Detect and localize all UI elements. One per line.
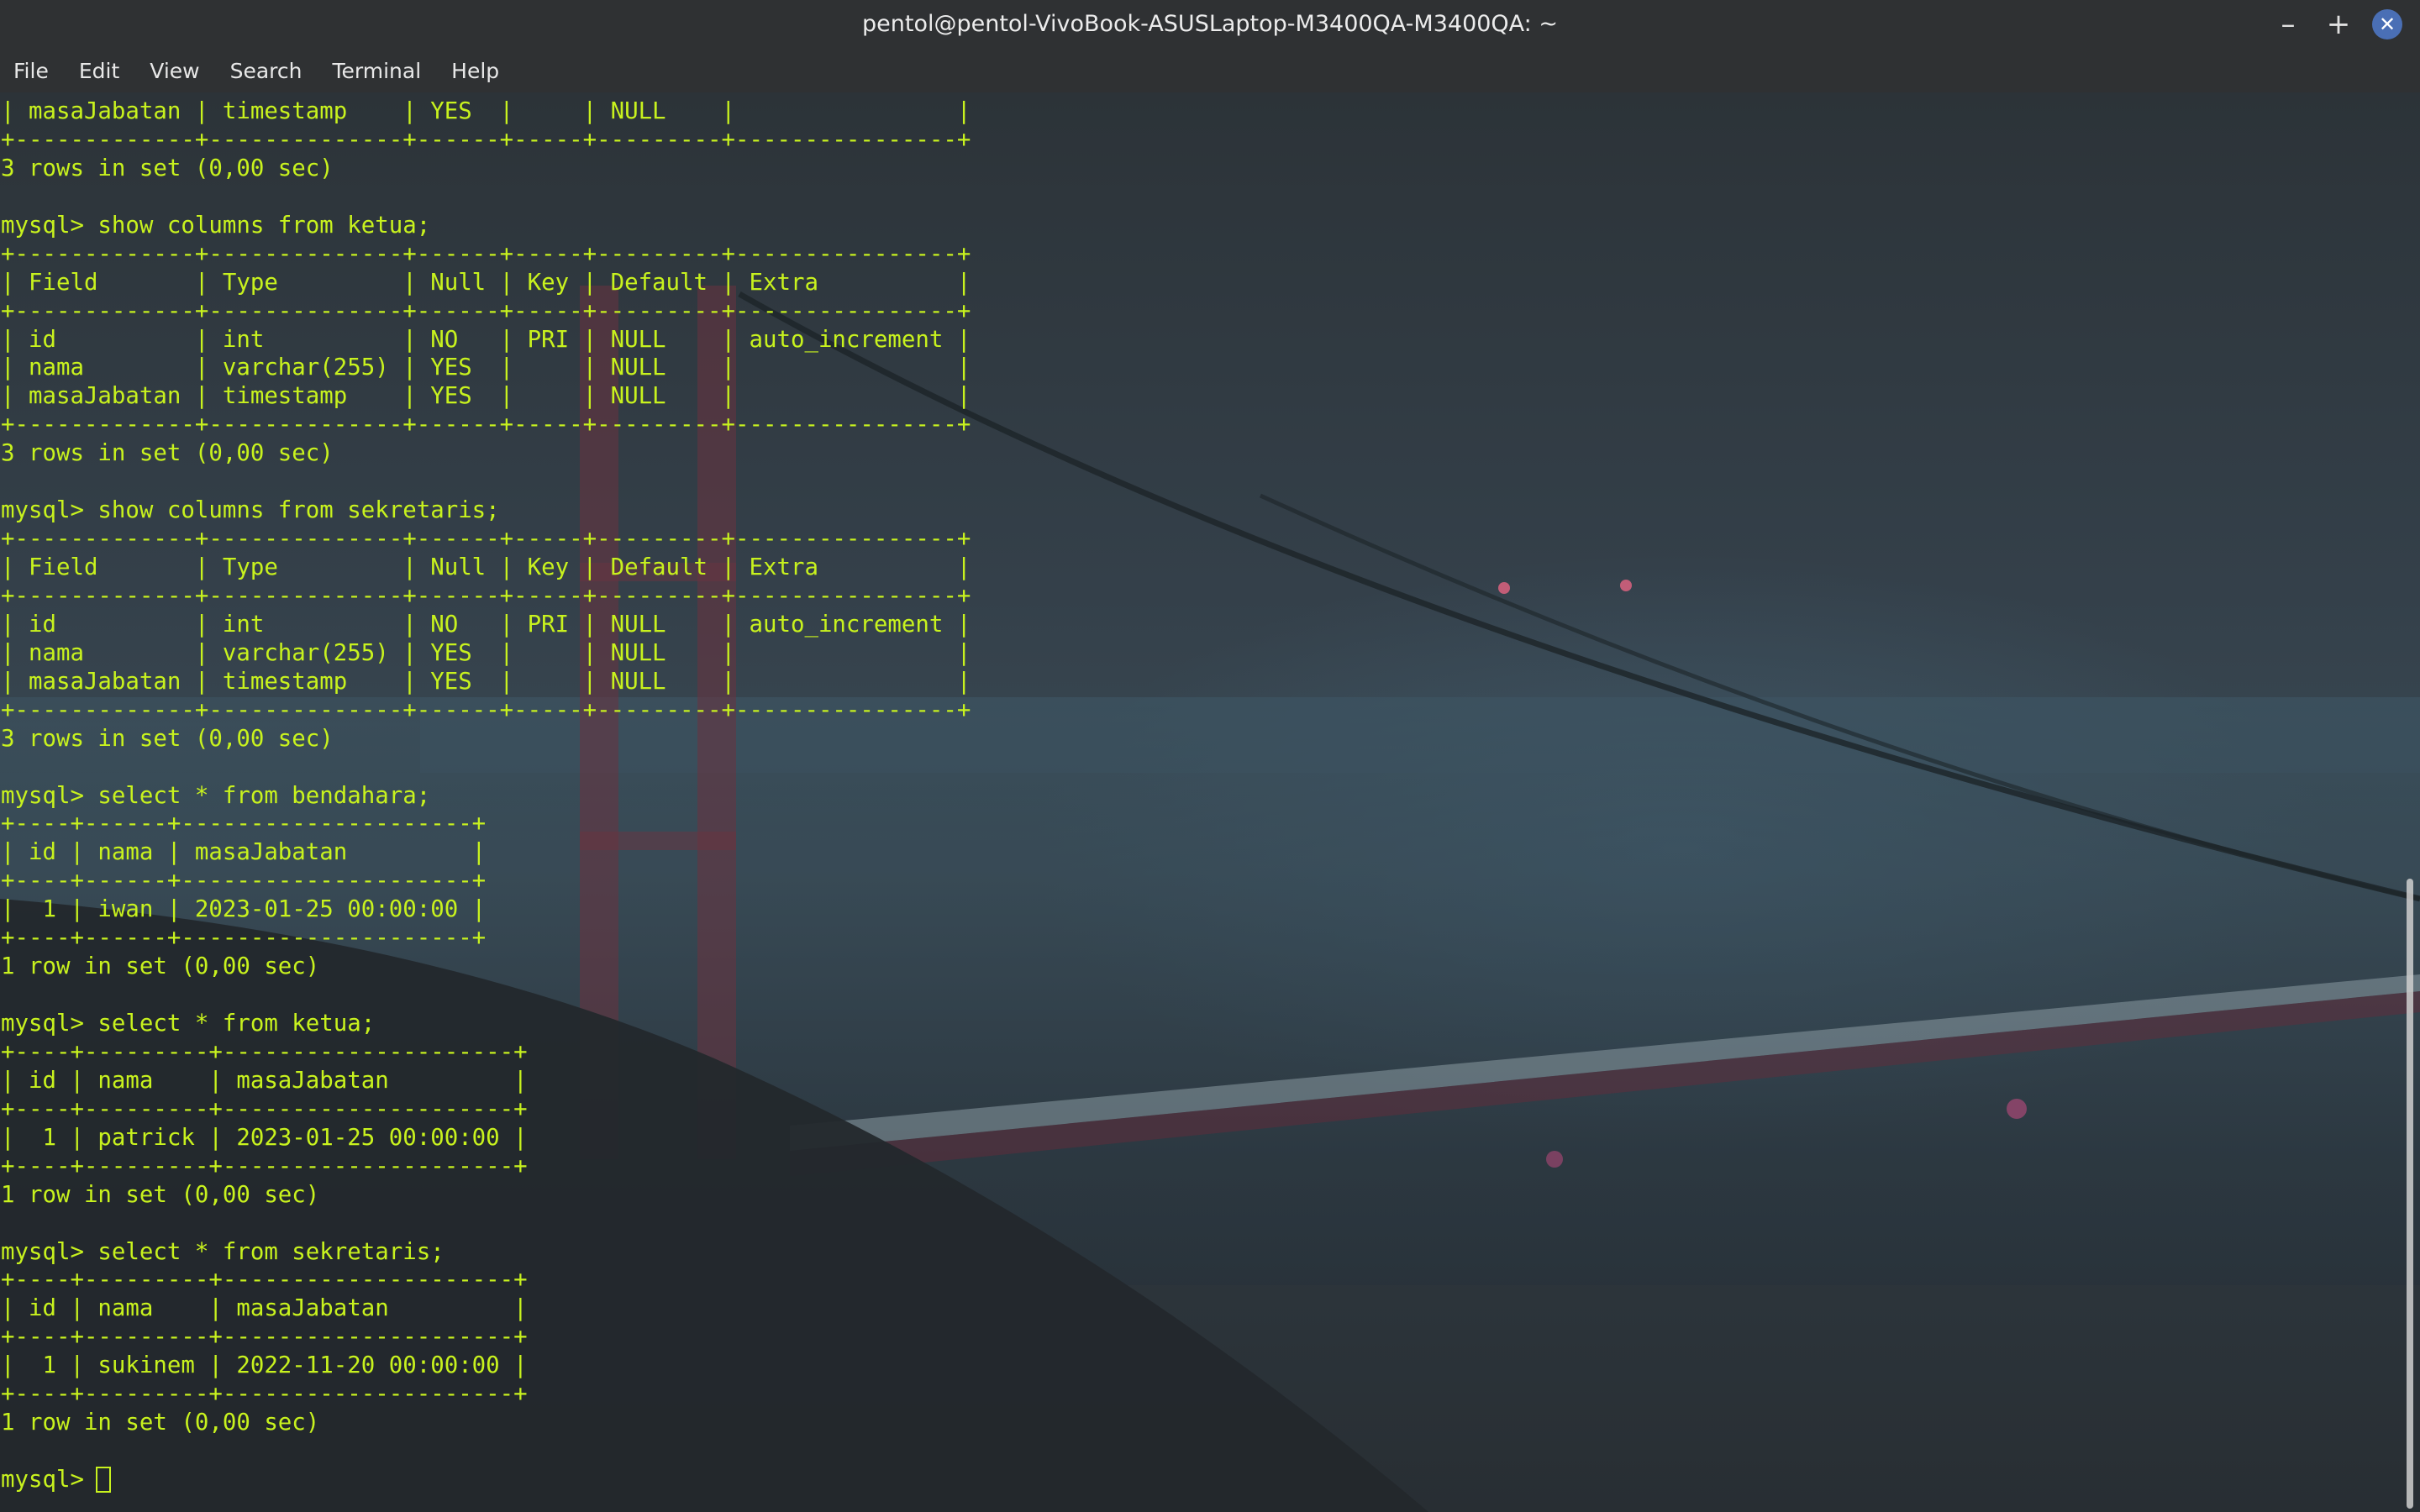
menu-view[interactable]: View — [150, 59, 199, 83]
terminal-line: +----+---------+---------------------+ — [1, 1267, 528, 1294]
terminal-line: | 1 | sukinem | 2022-11-20 00:00:00 | — [1, 1352, 528, 1379]
terminal-line: | id | nama | masaJabatan | — [1, 1295, 528, 1322]
terminal-line: +----+------+---------------------+ — [1, 811, 487, 837]
terminal-line: +----+------+---------------------+ — [1, 868, 487, 895]
terminal-line: | 1 | patrick | 2023-01-25 00:00:00 | — [1, 1124, 528, 1151]
terminal-line: | id | int | NO | PRI | NULL | auto_incr… — [1, 326, 971, 353]
terminal-line: +-------------+--------------+------+---… — [1, 126, 971, 153]
terminal-line: 3 rows in set (0,00 sec) — [1, 725, 334, 752]
maximize-icon[interactable]: + — [2324, 8, 2353, 41]
terminal-line: +----+---------+---------------------+ — [1, 1152, 528, 1179]
terminal-line: | masaJabatan | timestamp | YES | | NULL… — [1, 668, 971, 695]
scrollbar-thumb[interactable] — [2407, 879, 2413, 1509]
terminal-line: | id | nama | masaJabatan | — [1, 839, 487, 866]
terminal-line: +-------------+--------------+------+---… — [1, 696, 971, 723]
terminal-line: mysql> select * from sekretaris; — [1, 1238, 445, 1265]
terminal-line: mysql> select * from ketua; — [1, 1011, 376, 1037]
terminal-line: +----+---------+---------------------+ — [1, 1381, 528, 1408]
terminal-line: | id | nama | masaJabatan | — [1, 1067, 528, 1094]
terminal-line: 3 rows in set (0,00 sec) — [1, 155, 334, 181]
terminal-line: +-------------+--------------+------+---… — [1, 240, 971, 267]
terminal-line: | id | int | NO | PRI | NULL | auto_incr… — [1, 611, 971, 638]
terminal-area[interactable]: | masaJabatan | timestamp | YES | | NULL… — [0, 92, 2420, 1512]
title-bar[interactable]: pentol@pentol-VivoBook-ASUSLaptop-M3400Q… — [0, 0, 2420, 49]
menu-terminal[interactable]: Terminal — [332, 59, 421, 83]
terminal-line: | Field | Type | Null | Key | Default | … — [1, 554, 971, 580]
menu-help[interactable]: Help — [451, 59, 499, 83]
terminal-line: +----+---------+---------------------+ — [1, 1038, 528, 1065]
menu-search[interactable]: Search — [230, 59, 302, 83]
close-icon[interactable]: ✕ — [2372, 9, 2402, 39]
terminal-line: mysql> show columns from ketua; — [1, 212, 431, 239]
window-title: pentol@pentol-VivoBook-ASUSLaptop-M3400Q… — [862, 11, 1558, 37]
menu-bar: File Edit View Search Terminal Help — [0, 49, 2420, 92]
prompt-text: mysql> — [1, 1467, 84, 1493]
menu-edit[interactable]: Edit — [79, 59, 119, 83]
terminal-line: +----+---------+---------------------+ — [1, 1095, 528, 1122]
terminal-line: | nama | varchar(255) | YES | | NULL | | — [1, 639, 971, 666]
terminal-line: 3 rows in set (0,00 sec) — [1, 440, 334, 467]
terminal-line: mysql> select * from bendahara; — [1, 782, 431, 809]
terminal-line: 1 row in set (0,00 sec) — [1, 1181, 320, 1208]
text-cursor — [95, 1467, 111, 1494]
terminal-window: pentol@pentol-VivoBook-ASUSLaptop-M3400Q… — [0, 0, 2420, 1512]
terminal-line: | 1 | iwan | 2023-01-25 00:00:00 | — [1, 896, 487, 923]
terminal-line: +-------------+--------------+------+---… — [1, 582, 971, 609]
terminal-line: +-------------+--------------+------+---… — [1, 526, 971, 553]
terminal-line: +-------------+--------------+------+---… — [1, 412, 971, 438]
terminal-line: 1 row in set (0,00 sec) — [1, 1410, 320, 1436]
terminal-line: 1 row in set (0,00 sec) — [1, 953, 320, 980]
terminal-line: mysql> show columns from sekretaris; — [1, 497, 500, 524]
terminal-line: | masaJabatan | timestamp | YES | | NULL… — [1, 383, 971, 410]
prompt-line[interactable]: mysql> — [1, 1466, 971, 1494]
terminal-line: | masaJabatan | timestamp | YES | | NULL… — [1, 98, 971, 124]
menu-file[interactable]: File — [13, 59, 49, 83]
minimize-icon[interactable]: – — [2274, 8, 2302, 41]
terminal-line: +----+---------+---------------------+ — [1, 1324, 528, 1351]
terminal-line: | nama | varchar(255) | YES | | NULL | | — [1, 354, 971, 381]
terminal-line: | Field | Type | Null | Key | Default | … — [1, 269, 971, 296]
terminal-line: +----+------+---------------------+ — [1, 925, 487, 952]
terminal-output: | masaJabatan | timestamp | YES | | NULL… — [1, 97, 971, 1494]
terminal-line: +-------------+--------------+------+---… — [1, 297, 971, 324]
